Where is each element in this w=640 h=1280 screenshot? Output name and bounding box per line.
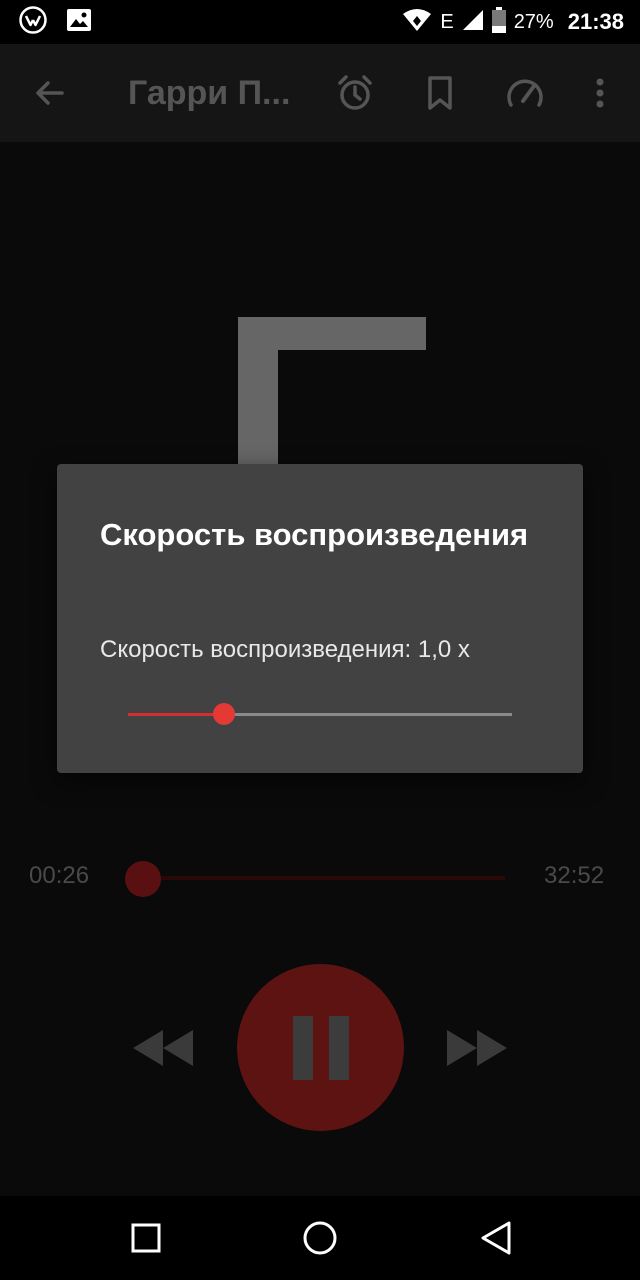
speed-value-label: Скорость воспроизведения: 1,0 x — [100, 636, 470, 663]
recents-button[interactable] — [106, 1196, 186, 1280]
back-arrow-icon — [36, 81, 64, 105]
home-button[interactable] — [280, 1196, 360, 1280]
playback-speed-button[interactable] — [495, 44, 555, 142]
signal-icon — [462, 9, 484, 36]
more-options-button[interactable] — [580, 44, 620, 142]
wifi-icon — [402, 8, 432, 37]
home-circle-icon — [303, 1221, 337, 1255]
image-icon — [66, 8, 92, 37]
clock: 21:38 — [567, 9, 624, 34]
bookmark-button[interactable] — [410, 44, 470, 142]
speed-slider-thumb[interactable] — [213, 703, 235, 725]
bookmark-icon — [428, 76, 452, 110]
alarm-clock-icon — [338, 75, 372, 110]
network-type: E — [440, 10, 454, 33]
elapsed-time: 00:26 — [29, 862, 90, 889]
battery-icon — [491, 6, 506, 38]
fast-forward-icon — [447, 1030, 507, 1066]
playback-speed-dialog: Скорость воспроизведения Скорость воспро… — [57, 464, 583, 773]
system-back-button[interactable] — [456, 1196, 536, 1280]
speedometer-icon — [507, 79, 543, 107]
vk-icon — [18, 5, 48, 40]
more-vert-icon — [596, 78, 604, 108]
speed-slider-fill — [128, 713, 224, 716]
system-nav-bar — [0, 1196, 640, 1280]
rewind-icon — [133, 1030, 193, 1066]
back-triangle-icon — [481, 1221, 511, 1255]
speed-slider[interactable] — [128, 703, 512, 725]
seek-thumb[interactable] — [125, 861, 161, 897]
dialog-title: Скорость воспроизведения — [100, 517, 529, 552]
back-button[interactable] — [20, 44, 80, 142]
book-title: Гарри П... — [128, 74, 291, 112]
fast-forward-button[interactable] — [442, 1020, 512, 1076]
sleep-timer-button[interactable] — [325, 44, 385, 142]
pause-button[interactable] — [237, 964, 404, 1131]
app-toolbar: Гарри П... — [0, 44, 640, 142]
total-time: 32:52 — [544, 862, 605, 889]
recents-square-icon — [131, 1223, 161, 1253]
seek-bar[interactable] — [143, 876, 505, 880]
status-bar: E 27% 21:38 — [0, 0, 640, 44]
pause-icon — [292, 1015, 349, 1080]
battery-level: 27% — [513, 10, 554, 33]
rewind-button[interactable] — [128, 1020, 198, 1076]
